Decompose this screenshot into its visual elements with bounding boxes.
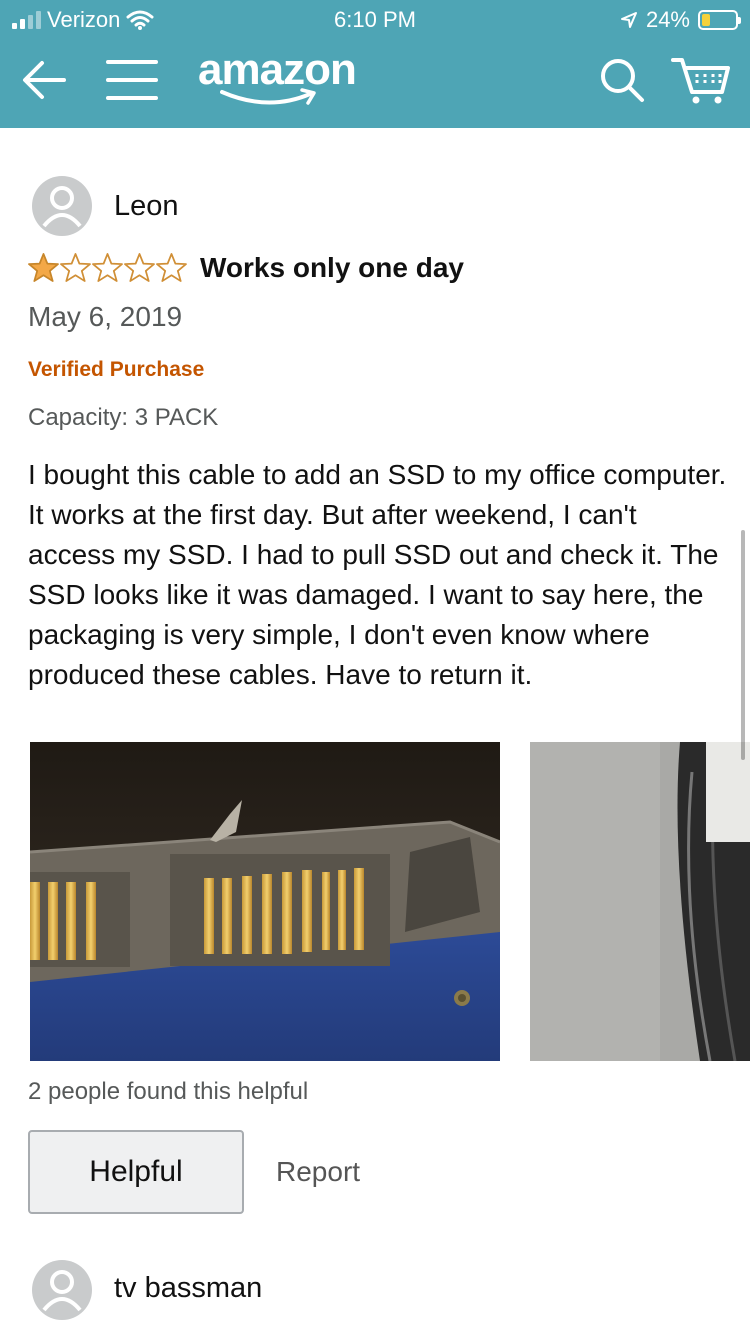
back-arrow-icon[interactable] <box>18 54 70 106</box>
battery-percent: 24% <box>645 7 690 32</box>
battery-icon <box>698 10 741 30</box>
reviewer-avatar <box>32 176 92 236</box>
reviewer-name[interactable]: Leon <box>114 190 179 223</box>
next-reviewer-name[interactable]: tv bassman <box>114 1272 262 1305</box>
app-header: Verizon 6:10 PM 24% amazon <box>0 0 750 128</box>
product-variant: Capacity: 3 PACK <box>28 404 219 431</box>
ssd-connector-photo <box>30 742 500 1061</box>
star-filled-icon <box>28 253 59 282</box>
nav-bar: amazon <box>0 40 750 128</box>
avatar-person-icon <box>42 1270 82 1312</box>
helpful-count: 2 people found this helpful <box>28 1078 309 1105</box>
location-arrow-icon <box>620 12 637 28</box>
menu-icon[interactable] <box>106 56 158 104</box>
star-empty-icon <box>60 253 91 282</box>
verified-purchase-badge: Verified Purchase <box>28 358 205 381</box>
star-empty-icon <box>156 253 187 282</box>
battery-level-fill <box>702 14 710 26</box>
review-photo[interactable] <box>530 742 750 1061</box>
review-date: May 6, 2019 <box>28 301 183 332</box>
cable-photo <box>530 742 750 1061</box>
logo-smile-icon <box>220 88 316 105</box>
status-bar: Verizon 6:10 PM 24% <box>0 0 750 40</box>
search-icon[interactable] <box>596 54 648 106</box>
star-empty-icon <box>92 253 123 282</box>
star-empty-icon <box>124 253 155 282</box>
review-body: I bought this cable to add an SSD to my … <box>28 459 727 690</box>
scrollbar[interactable] <box>741 530 745 760</box>
amazon-logo[interactable]: amazon <box>198 44 374 114</box>
review-title: Works only one day <box>200 252 464 283</box>
status-right: 24% <box>620 7 741 33</box>
avatar-person-icon <box>42 186 82 228</box>
helpful-button[interactable]: Helpful <box>28 1130 244 1214</box>
cart-icon[interactable] <box>670 54 734 106</box>
report-link[interactable]: Report <box>276 1156 360 1188</box>
star-rating <box>28 252 187 283</box>
next-reviewer-avatar <box>32 1260 92 1320</box>
review-photo[interactable] <box>30 742 500 1061</box>
